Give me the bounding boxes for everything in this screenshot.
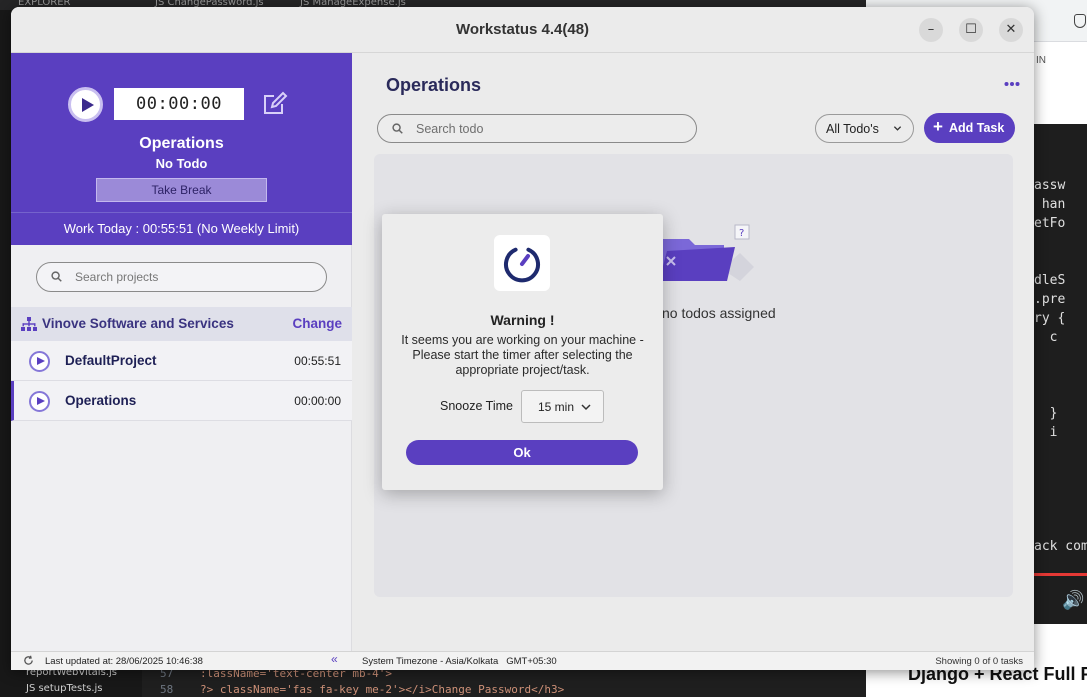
line-number: 58 bbox=[160, 683, 174, 696]
dialog-title: Warning ! bbox=[490, 312, 555, 328]
video-player[interactable]: assw han etFo dleS .pre ry { c } i ack c… bbox=[1034, 124, 1087, 624]
todo-search-input[interactable] bbox=[416, 120, 686, 138]
organization-row: Vinove Software and Services Change bbox=[11, 307, 352, 341]
chevron-down-icon bbox=[581, 404, 591, 411]
workstatus-window: Workstatus 4.4(48) – ☐ ✕ 00:00:00 Operat… bbox=[11, 7, 1034, 670]
todo-search[interactable] bbox=[377, 114, 697, 143]
more-options-icon[interactable] bbox=[1004, 81, 1020, 87]
timezone-info: System Timezone - Asia/Kolkata GMT+05:30 bbox=[362, 656, 557, 667]
take-break-button[interactable]: Take Break bbox=[96, 178, 267, 202]
timezone-text: System Timezone - Asia/Kolkata bbox=[362, 656, 499, 667]
play-icon[interactable] bbox=[29, 391, 50, 412]
project-search[interactable] bbox=[36, 262, 327, 292]
svg-text:?: ? bbox=[739, 228, 744, 239]
organization-name: Vinove Software and Services bbox=[42, 316, 234, 331]
snooze-selected-value: 15 min bbox=[538, 400, 575, 414]
project-time: 00:55:51 bbox=[294, 354, 341, 368]
chevron-down-icon bbox=[893, 126, 902, 131]
dialog-message: It seems you are working on your machine… bbox=[401, 333, 644, 377]
editor-file-list: reportWebVitals.js JS setupTests.js bbox=[0, 667, 142, 697]
current-project: Operations bbox=[139, 135, 224, 152]
close-button[interactable]: ✕ bbox=[999, 18, 1023, 42]
change-organization-link[interactable]: Change bbox=[292, 316, 342, 331]
current-todo: No Todo bbox=[155, 156, 208, 171]
minimize-button[interactable]: – bbox=[919, 18, 943, 42]
todo-filter-dropdown[interactable]: All Todo's bbox=[815, 114, 914, 143]
snooze-label: Snooze Time bbox=[440, 399, 513, 413]
browser-side-text: IN bbox=[1036, 55, 1046, 66]
filter-selected-value: All Todo's bbox=[826, 122, 879, 136]
project-name: Operations bbox=[65, 393, 137, 408]
workstatus-logo bbox=[494, 235, 550, 291]
snooze-time-dropdown[interactable]: 15 min bbox=[521, 390, 604, 423]
volume-icon[interactable]: 🔊 bbox=[1062, 590, 1084, 611]
play-icon[interactable] bbox=[29, 351, 50, 372]
add-task-label: Add Task bbox=[949, 121, 1005, 135]
project-row-defaultproject[interactable]: DefaultProject 00:55:51 bbox=[11, 341, 352, 381]
page-title: Operations bbox=[386, 75, 482, 95]
start-timer-button[interactable] bbox=[68, 87, 103, 122]
window-title: Workstatus 4.4(48) bbox=[455, 21, 590, 38]
project-row-operations[interactable]: Operations 00:00:00 bbox=[11, 381, 352, 421]
project-search-input[interactable] bbox=[75, 268, 315, 286]
ok-button[interactable]: Ok bbox=[406, 440, 638, 465]
timer-display: 00:00:00 bbox=[114, 88, 244, 120]
collapse-sidebar-icon[interactable]: « bbox=[331, 652, 338, 666]
timer-panel: 00:00:00 Operations No Todo Take Break W… bbox=[11, 53, 352, 245]
code-line: ?> className='fas fa-key me-2'></i>Chang… bbox=[200, 683, 565, 696]
title-bar: Workstatus 4.4(48) – ☐ ✕ bbox=[11, 7, 1034, 53]
task-count-text: Showing 0 of 0 tasks bbox=[935, 656, 1023, 667]
maximize-button[interactable]: ☐ bbox=[959, 18, 983, 42]
empty-state-message: no todos assigned bbox=[662, 305, 776, 321]
status-bar: Last updated at: 28/06/2025 10:46:38 « S… bbox=[11, 651, 1034, 670]
project-name: DefaultProject bbox=[65, 353, 157, 368]
project-time: 00:00:00 bbox=[294, 394, 341, 408]
file-item[interactable]: JS setupTests.js bbox=[26, 683, 103, 694]
search-icon bbox=[392, 123, 403, 134]
last-updated-text: Last updated at: 28/06/2025 10:46:38 bbox=[45, 656, 203, 667]
search-icon bbox=[51, 271, 62, 282]
video-code-text: assw han etFo dleS .pre ry { c } i ack c… bbox=[1034, 178, 1087, 554]
org-chart-icon bbox=[21, 317, 37, 331]
warning-dialog: Warning ! It seems you are working on yo… bbox=[382, 214, 663, 490]
refresh-icon[interactable] bbox=[23, 655, 34, 666]
edit-icon[interactable] bbox=[262, 91, 288, 117]
editor-code-area: reportWebVitals.js JS setupTests.js 57 5… bbox=[0, 667, 866, 697]
sidebar: 00:00:00 Operations No Todo Take Break W… bbox=[11, 53, 352, 651]
video-progress-bar[interactable] bbox=[1034, 573, 1087, 576]
work-today-summary: Work Today : 00:55:51 (No Weekly Limit) bbox=[11, 212, 352, 245]
add-task-button[interactable]: + Add Task bbox=[924, 113, 1015, 143]
editor-activity-bar bbox=[0, 10, 11, 670]
gmt-offset: GMT+05:30 bbox=[506, 656, 557, 667]
plus-icon: + bbox=[933, 117, 943, 136]
shield-icon[interactable] bbox=[1074, 14, 1086, 28]
